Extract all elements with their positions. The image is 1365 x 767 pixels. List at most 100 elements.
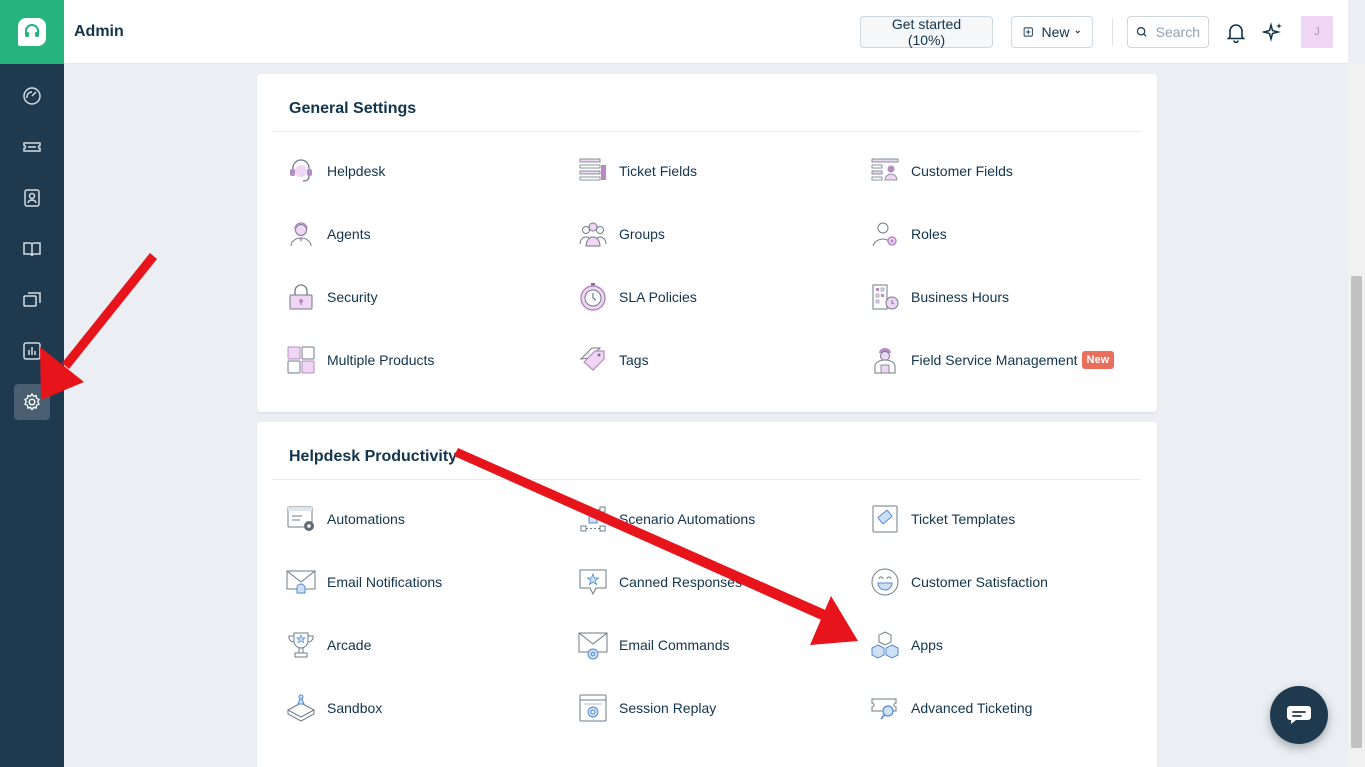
productivity-item-label: Email Commands bbox=[619, 637, 730, 653]
settings-item-label: Field Service Management bbox=[911, 352, 1078, 368]
gauge-icon bbox=[23, 87, 41, 105]
technician-icon bbox=[869, 344, 901, 376]
settings-item-agents[interactable]: Agents bbox=[285, 216, 565, 252]
scrollbar-thumb[interactable] bbox=[1351, 276, 1362, 748]
stopwatch-icon bbox=[577, 281, 609, 313]
general-settings-card: General Settings Helpdesk Ticket Fields … bbox=[257, 74, 1157, 412]
ai-sparkle-icon[interactable] bbox=[1261, 20, 1285, 44]
building-clock-icon bbox=[869, 281, 901, 313]
settings-item-sla-policies[interactable]: SLA Policies bbox=[577, 279, 857, 315]
settings-item-customer-fields[interactable]: Customer Fields bbox=[869, 153, 1149, 189]
settings-item-label: Tags bbox=[619, 352, 649, 368]
sidebar-item-analytics[interactable] bbox=[14, 333, 50, 369]
speech-star-icon bbox=[577, 566, 609, 598]
productivity-item-session-replay[interactable]: Session Replay bbox=[577, 690, 857, 726]
productivity-item-label: Customer Satisfaction bbox=[911, 574, 1048, 590]
productivity-item-label: Apps bbox=[911, 637, 943, 653]
productivity-item-label: Email Notifications bbox=[327, 574, 443, 590]
card-divider bbox=[273, 479, 1141, 480]
chat-icon bbox=[23, 292, 41, 307]
headset-icon bbox=[285, 155, 317, 187]
ticket-template-icon bbox=[869, 503, 901, 535]
productivity-item-scenario-automations[interactable]: Scenario Automations bbox=[577, 501, 857, 537]
settings-item-roles[interactable]: Roles bbox=[869, 216, 1149, 252]
settings-item-label: Agents bbox=[327, 226, 371, 242]
ticket-icon bbox=[23, 142, 41, 152]
productivity-item-label: Sandbox bbox=[327, 700, 383, 716]
productivity-item-sandbox[interactable]: Sandbox bbox=[285, 690, 565, 726]
productivity-item-label: Ticket Templates bbox=[911, 511, 1016, 527]
sidebar-item-solutions[interactable] bbox=[14, 231, 50, 267]
scenario-flow-icon bbox=[577, 503, 609, 535]
productivity-item-label: Advanced Ticketing bbox=[911, 700, 1033, 716]
chat-widget-button[interactable] bbox=[1270, 686, 1328, 744]
get-started-button[interactable]: Get started (10%) bbox=[860, 16, 993, 48]
chat-bubble-icon bbox=[1287, 706, 1311, 724]
plus-square-icon bbox=[1023, 27, 1033, 37]
card-divider bbox=[273, 131, 1141, 132]
new-button-label: New bbox=[1041, 24, 1070, 40]
sidebar-item-contacts[interactable] bbox=[14, 180, 50, 216]
settings-item-label: Security bbox=[327, 289, 378, 305]
sidebar-item-dashboard[interactable] bbox=[14, 78, 50, 114]
productivity-item-canned-responses[interactable]: Canned Responses bbox=[577, 564, 857, 600]
contact-icon bbox=[24, 189, 40, 207]
freshdesk-logo[interactable] bbox=[0, 0, 64, 64]
productivity-item-label: Scenario Automations bbox=[619, 511, 756, 527]
productivity-item-arcade[interactable]: Arcade bbox=[285, 627, 565, 663]
settings-item-label: Ticket Fields bbox=[619, 163, 698, 179]
settings-item-security[interactable]: Security bbox=[285, 279, 565, 315]
search-input[interactable]: Search bbox=[1127, 16, 1209, 48]
agent-icon bbox=[285, 218, 317, 250]
sidebar-item-admin[interactable] bbox=[14, 384, 50, 420]
top-header: Admin Get started (10%) New Search J bbox=[64, 0, 1348, 64]
grid-squares-icon bbox=[285, 344, 317, 376]
notifications-bell-icon[interactable] bbox=[1224, 20, 1248, 44]
email-at-icon bbox=[577, 629, 609, 661]
settings-item-business-hours[interactable]: Business Hours bbox=[869, 279, 1149, 315]
trophy-icon bbox=[285, 629, 317, 661]
productivity-item-email-commands[interactable]: Email Commands bbox=[577, 627, 857, 663]
settings-item-label: SLA Policies bbox=[619, 289, 697, 305]
groups-icon bbox=[577, 218, 609, 250]
productivity-item-ticket-templates[interactable]: Ticket Templates bbox=[869, 501, 1149, 537]
sidebar-item-tickets[interactable] bbox=[14, 129, 50, 165]
smiley-icon bbox=[869, 566, 901, 598]
productivity-item-label: Canned Responses bbox=[619, 574, 742, 590]
settings-item-helpdesk[interactable]: Helpdesk bbox=[285, 153, 565, 189]
sandbox-icon bbox=[285, 692, 317, 724]
productivity-item-automations[interactable]: Automations bbox=[285, 501, 565, 537]
sidebar-item-forums[interactable] bbox=[14, 282, 50, 318]
settings-item-label: Groups bbox=[619, 226, 665, 242]
productivity-item-customer-satisfaction[interactable]: Customer Satisfaction bbox=[869, 564, 1149, 600]
settings-item-label: Customer Fields bbox=[911, 163, 1013, 179]
productivity-item-email-notifications[interactable]: Email Notifications bbox=[285, 564, 565, 600]
email-bell-icon bbox=[285, 566, 317, 598]
user-avatar[interactable]: J bbox=[1301, 16, 1333, 48]
productivity-item-advanced-ticketing[interactable]: Advanced Ticketing bbox=[869, 690, 1149, 726]
new-button[interactable]: New bbox=[1011, 16, 1093, 48]
customer-fields-icon bbox=[869, 155, 901, 187]
settings-item-groups[interactable]: Groups bbox=[577, 216, 857, 252]
headset-logo-icon bbox=[18, 18, 46, 46]
new-badge: New bbox=[1081, 351, 1115, 369]
ticket-fields-icon bbox=[577, 155, 609, 187]
settings-item-ticket-fields[interactable]: Ticket Fields bbox=[577, 153, 857, 189]
page-title: Admin bbox=[74, 23, 124, 40]
settings-item-tags[interactable]: Tags bbox=[577, 342, 857, 378]
automation-window-icon bbox=[285, 503, 317, 535]
helpdesk-productivity-title: Helpdesk Productivity bbox=[289, 448, 458, 465]
cubes-icon bbox=[869, 629, 901, 661]
lock-icon bbox=[285, 281, 317, 313]
tag-icon bbox=[577, 344, 609, 376]
ticket-search-icon bbox=[869, 692, 901, 724]
settings-item-field-service-management[interactable]: Field Service Management New bbox=[869, 342, 1169, 378]
settings-item-multiple-products[interactable]: Multiple Products bbox=[285, 342, 565, 378]
productivity-item-apps[interactable]: Apps bbox=[869, 627, 1149, 663]
browser-replay-icon bbox=[577, 692, 609, 724]
helpdesk-productivity-card: Helpdesk Productivity Automations Scenar… bbox=[257, 422, 1157, 767]
search-icon bbox=[1136, 27, 1147, 37]
settings-item-label: Business Hours bbox=[911, 289, 1010, 305]
search-placeholder: Search bbox=[1155, 24, 1200, 40]
book-icon bbox=[23, 242, 41, 257]
